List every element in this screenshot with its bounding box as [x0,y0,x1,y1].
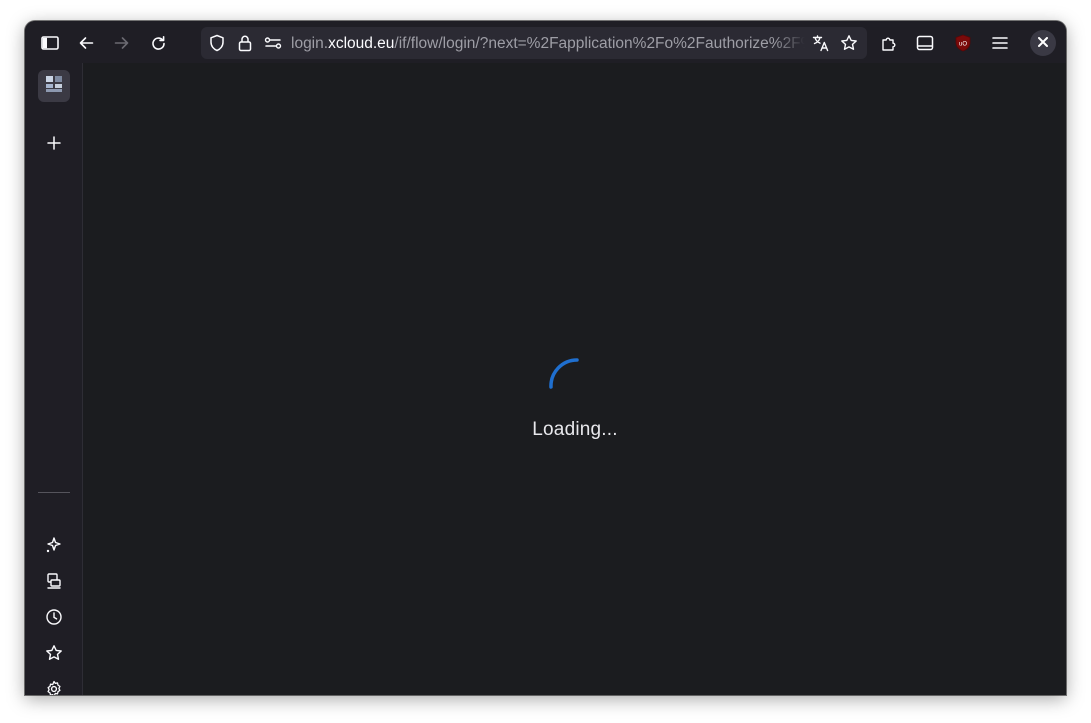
hamburger-menu-icon [992,36,1008,50]
forward-button[interactable] [107,28,137,58]
arrow-right-icon [114,35,130,51]
reader-view-button[interactable] [910,28,940,58]
browser-toolbar: login.xcloud.eu/if/flow/login/?next=%2Fa… [25,21,1066,63]
reload-icon [150,35,167,52]
loading-text: Loading... [532,419,618,440]
menu-button[interactable] [985,28,1015,58]
sidebar-icon [41,35,59,51]
settings-button[interactable] [38,675,70,695]
ublock-icon: uO [954,34,972,52]
sparkle-icon [45,536,63,559]
shield-icon[interactable] [207,33,227,53]
page-content: Loading... [83,63,1066,695]
translate-icon[interactable] [811,33,831,53]
plus-icon [47,135,61,155]
tab-thumbnail-button[interactable] [38,70,70,102]
permissions-icon[interactable] [263,33,283,53]
ublock-button[interactable]: uO [948,28,978,58]
settings-gear-icon [45,680,63,695]
loading-spinner [549,358,579,389]
close-window-button[interactable] [1030,30,1056,56]
url-domain: xcloud.eu [328,35,395,52]
browser-window: login.xcloud.eu/if/flow/login/?next=%2Fa… [25,21,1066,695]
history-button[interactable] [38,603,70,635]
url-subdomain: login. [291,35,329,52]
synced-tabs-button[interactable] [38,567,70,599]
reader-view-icon [916,35,934,51]
lock-icon[interactable] [235,33,255,53]
extensions-button[interactable] [874,28,904,58]
tab-thumbnail-icon [45,75,63,98]
browser-sidebar [25,63,83,695]
sidebar-divider [38,492,70,493]
url-bar[interactable]: login.xcloud.eu/if/flow/login/?next=%2Fa… [201,27,867,59]
svg-text:uO: uO [959,42,967,48]
ai-chatbot-button[interactable] [38,531,70,563]
close-icon [1038,34,1048,52]
new-tab-button[interactable] [38,129,70,161]
bookmarks-star-icon [45,644,63,667]
sidebar-toggle-button[interactable] [35,28,65,58]
reload-button[interactable] [143,28,173,58]
arrow-left-icon [78,35,94,51]
star-icon[interactable] [839,33,859,53]
url-path: /if/flow/login/?next=%2Fapplication%2Fo%… [394,35,805,52]
history-icon [45,608,63,631]
bookmarks-button[interactable] [38,639,70,671]
back-button[interactable] [71,28,101,58]
synced-tabs-icon [45,572,63,595]
url-text[interactable]: login.xcloud.eu/if/flow/login/?next=%2Fa… [291,34,805,54]
puzzle-icon [880,34,898,52]
